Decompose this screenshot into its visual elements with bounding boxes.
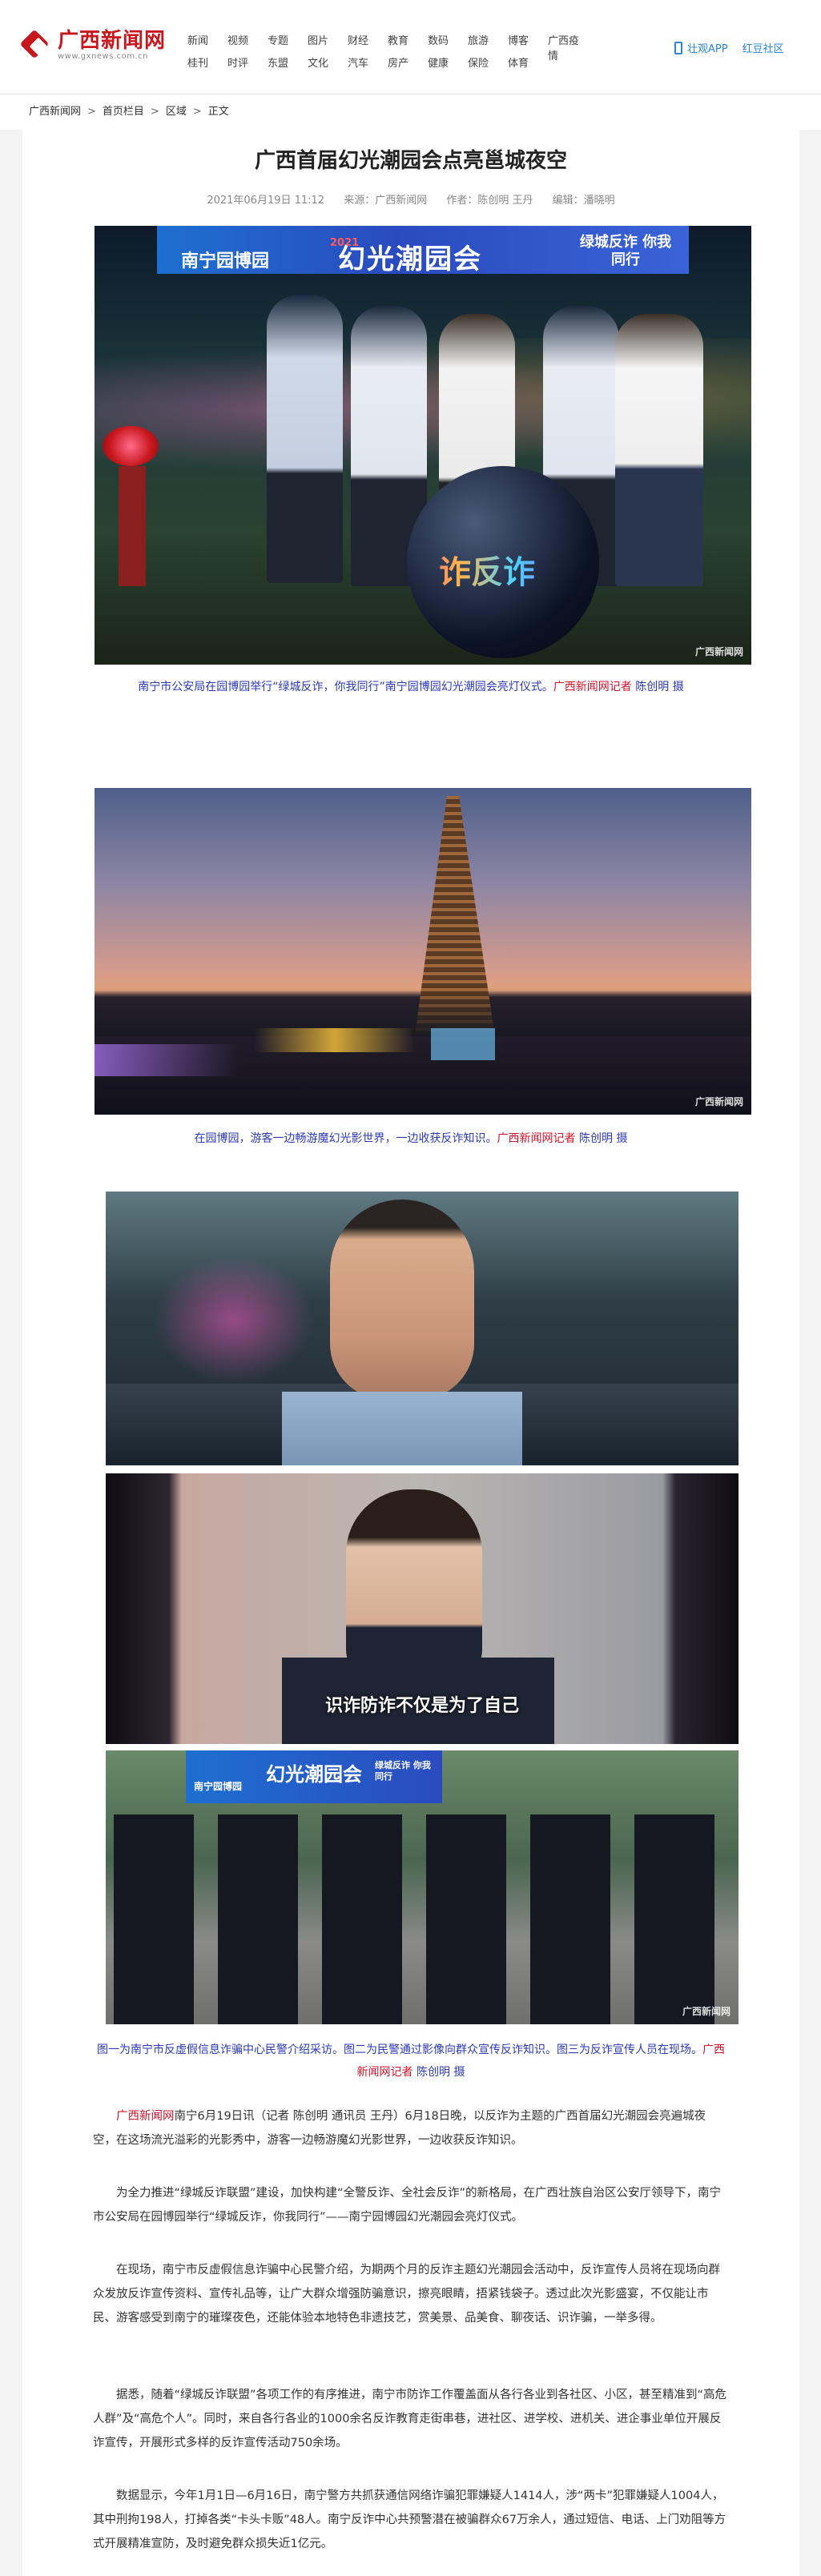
caption-credit-name: 陈创明 摄 xyxy=(575,1132,628,1145)
banner-venue: 南宁园博园 xyxy=(194,1781,243,1792)
nav-item[interactable]: 文化 xyxy=(308,54,348,72)
caption-text: 图一为南宁市反虚假信息诈骗中心民警介绍采访。图二为民警通过影像向群众宣传反诈知识… xyxy=(97,2044,702,2056)
nav-item[interactable]: 时评 xyxy=(227,54,268,72)
breadcrumb-separator: > xyxy=(150,106,159,118)
nav-item[interactable]: 广西疫情 xyxy=(548,32,588,62)
photo-video-screen: 识诈防诈不仅是为了自己 xyxy=(106,1473,738,1744)
banner-slogan: 绿城反诈 你我同行 xyxy=(375,1760,431,1782)
nav-item[interactable]: 健康 xyxy=(428,54,468,72)
logo-mark-icon xyxy=(19,29,53,61)
nav-item[interactable]: 视频 xyxy=(227,32,268,50)
logo-url: www.gxnews.com.cn xyxy=(58,51,148,61)
nav-item[interactable]: 汽车 xyxy=(348,54,388,72)
event-banner: 南宁园博园 2021 幻光潮园会 绿城反诈 你我同行 xyxy=(157,226,689,275)
community-link[interactable]: 红豆社区 xyxy=(743,40,784,55)
photo-caption: 图一为南宁市反虚假信息诈骗中心民警介绍采访。图二为民警通过影像向群众宣传反诈知识… xyxy=(95,2039,727,2084)
nav-item[interactable]: 东盟 xyxy=(268,54,308,72)
caption-credit-outlet: 广西新闻网记者 xyxy=(553,681,632,693)
phone-icon xyxy=(674,41,682,54)
launch-globe: 诈反诈 xyxy=(407,466,599,658)
photo-watermark: 广西新闻网 xyxy=(694,646,743,657)
nav-item[interactable]: 房产 xyxy=(388,54,428,72)
header-links: 壮观APP 红豆社区 xyxy=(674,40,799,55)
official-figure xyxy=(615,314,703,586)
nav-item[interactable]: 图片 xyxy=(308,32,348,50)
article-date: 2021年06月19日 11:12 xyxy=(207,195,325,207)
article-paragraph: 在现场，南宁市反虚假信息诈骗中心民警介绍，为期两个月的反诈主题幻光潮园会活动中，… xyxy=(93,2264,720,2325)
background-lights xyxy=(154,1256,314,1384)
article-source: 来源：广西新闻网 xyxy=(344,195,428,207)
article-container: 广西首届幻光潮园会点亮邕城夜空 2021年06月19日 11:12 来源：广西新… xyxy=(22,120,799,2576)
article-meta: 2021年06月19日 11:12 来源：广西新闻网 作者：陈创明 王丹 编辑：… xyxy=(22,191,799,207)
site-header: 广西新闻网 www.gxnews.com.cn 新闻 视频 专题 图片 财经 教… xyxy=(0,0,821,94)
nav-item[interactable]: 教育 xyxy=(388,32,428,50)
globe-text: 诈反诈 xyxy=(407,546,567,593)
main-nav: 新闻 视频 专题 图片 财经 教育 数码 旅游 博客 广西疫情 桂刊 时评 东盟… xyxy=(187,32,588,72)
nav-item[interactable]: 保险 xyxy=(468,54,508,72)
outlet-name: 广西新闻网 xyxy=(116,2110,175,2123)
officer-on-screen xyxy=(346,1489,482,1682)
breadcrumb-section[interactable]: 首页栏目 xyxy=(103,106,144,118)
article-paragraph: 据悉，随着“绿城反诈联盟”各项工作的有序推进，南宁市防诈工作覆盖面从各行各业到各… xyxy=(93,2389,727,2449)
treeline xyxy=(95,988,751,1036)
article-paragraph: 为全力推进“绿城反诈联盟”建设，加快构建“全警反诈、全社会反诈”的新格局，在广西… xyxy=(93,2187,722,2224)
nav-item[interactable]: 博客 xyxy=(508,32,548,50)
team-members xyxy=(114,1814,722,2024)
photo-antifraud-team: 南宁园博园 幻光潮园会 绿城反诈 你我同行 广西新闻网 xyxy=(106,1750,738,2024)
officer-figure xyxy=(267,295,343,583)
article-paragraph: 数据显示，今年1月1日—6月16日，南宁警方共抓获通信网络诈骗犯罪嫌疑人1414… xyxy=(93,2490,726,2550)
banner-venue: 南宁园博园 xyxy=(181,251,270,271)
video-screen xyxy=(431,1028,495,1060)
breadcrumb-home[interactable]: 广西新闻网 xyxy=(29,106,81,118)
article-title: 广西首届幻光潮园会点亮邕城夜空 xyxy=(254,149,567,173)
photo-watermark: 广西新闻网 xyxy=(682,2006,730,2017)
photo-watermark: 广西新闻网 xyxy=(694,1096,743,1107)
caption-text: 在园博园，游客一边畅游魔幻光影世界，一边收获反诈知识。 xyxy=(194,1132,497,1145)
screen-subtitle: 识诈防诈不仅是为了自己 xyxy=(324,1696,519,1716)
article-paragraph: 广西新闻网南宁6月19日讯（记者 陈创明 通讯员 王丹）6月18日晚，以反诈为主… xyxy=(93,2104,729,2152)
banner-event: 幻光潮园会 xyxy=(266,1763,362,1786)
photo-caption: 南宁市公安局在园博园举行“绿城反诈，你我同行”南宁园博园幻光潮园会亮灯仪式。广西… xyxy=(95,676,727,698)
app-link[interactable]: 壮观APP xyxy=(687,40,728,55)
nav-item[interactable]: 新闻 xyxy=(187,32,227,50)
banner-slogan: 绿城反诈 你我同行 xyxy=(579,234,672,268)
site-logo[interactable]: 广西新闻网 www.gxnews.com.cn xyxy=(19,28,167,61)
caption-credit-name: 陈创明 摄 xyxy=(631,681,684,693)
breadcrumb-separator: > xyxy=(87,106,96,118)
photo-tower-dusk: 广西新闻网 xyxy=(95,788,751,1115)
caption-credit-outlet: 广西新闻网记者 xyxy=(497,1132,576,1145)
paragraph-text: 南宁6月19日讯（记者 陈创明 通讯员 王丹）6月18日晚，以反诈为主题的广西首… xyxy=(93,2110,706,2147)
banner-event: 幻光潮园会 xyxy=(338,243,482,275)
logo-name: 广西新闻网 xyxy=(58,28,167,53)
light-display xyxy=(95,1044,239,1076)
article-author: 作者：陈创明 王丹 xyxy=(446,195,533,207)
nav-item[interactable]: 桂刊 xyxy=(187,54,227,72)
breadcrumb-region[interactable]: 区域 xyxy=(166,106,187,118)
light-display xyxy=(255,1028,415,1052)
photo-caption: 在园博园，游客一边畅游魔幻光影世界，一边收获反诈知识。广西新闻网记者 陈创明 摄 xyxy=(95,1127,727,1150)
breadcrumb-separator: > xyxy=(192,106,202,118)
photo-ceremony: 南宁园博园 2021 幻光潮园会 绿城反诈 你我同行 诈反诈 广西新闻网 xyxy=(95,226,751,665)
flower-arrangement xyxy=(103,426,159,466)
officer-face xyxy=(330,1200,474,1400)
nav-item[interactable]: 财经 xyxy=(348,32,388,50)
nav-item[interactable]: 专题 xyxy=(268,32,308,50)
nav-item[interactable]: 数码 xyxy=(428,32,468,50)
article-editor: 编辑：潘晓明 xyxy=(552,195,615,207)
caption-text: 南宁市公安局在园博园举行“绿城反诈，你我同行”南宁园博园幻光潮园会亮灯仪式。 xyxy=(138,681,553,693)
caption-credit-name: 陈创明 摄 xyxy=(413,2066,465,2079)
podium xyxy=(119,466,146,586)
event-banner: 南宁园博园 幻光潮园会 绿城反诈 你我同行 xyxy=(186,1750,442,1803)
officer-uniform xyxy=(282,1392,522,1465)
photo-interview xyxy=(106,1192,738,1465)
nav-item[interactable]: 体育 xyxy=(508,54,548,72)
nav-item[interactable]: 旅游 xyxy=(468,32,508,50)
breadcrumb-current: 正文 xyxy=(207,106,229,118)
